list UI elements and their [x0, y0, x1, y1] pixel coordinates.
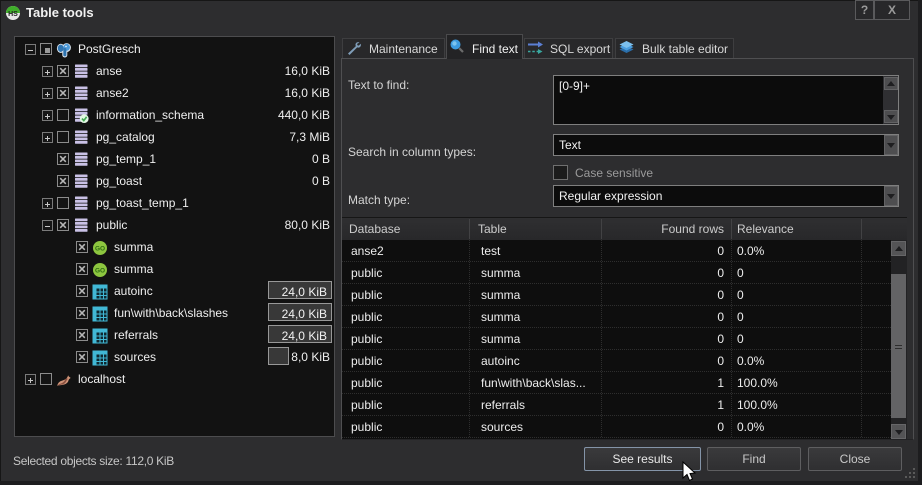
- svg-text:GO: GO: [95, 246, 105, 253]
- svg-text:HS: HS: [8, 11, 18, 18]
- svg-text:GO: GO: [95, 268, 105, 275]
